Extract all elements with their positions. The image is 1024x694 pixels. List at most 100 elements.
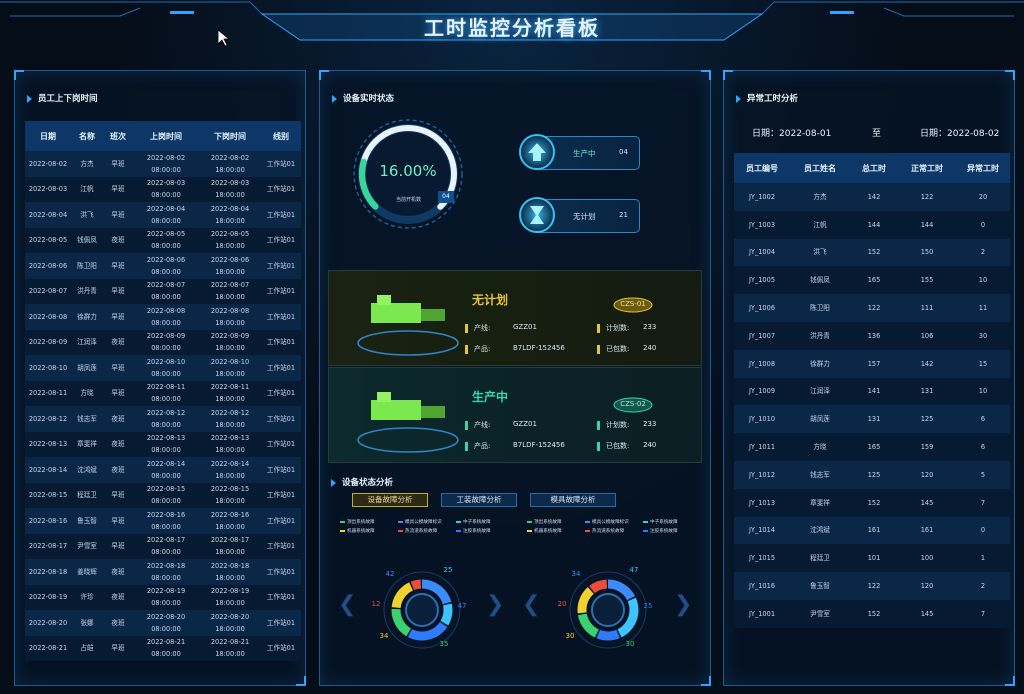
col-header[interactable]: 上岗时间 <box>133 121 199 151</box>
plan-field: 计划数: <box>597 323 629 333</box>
legend-item[interactable]: 模具公模故障标识 <box>585 519 629 525</box>
table-row[interactable]: 2022-08-15 程廷卫 早班 2022-08-15 08:00:00 2022-08… <box>25 482 301 508</box>
table-row[interactable]: JY_1006 陈卫阳 122 111 11 <box>734 294 1010 322</box>
table-cell: 早班 <box>103 202 133 228</box>
line-field: 产线: <box>465 420 490 430</box>
tab-mold-fault[interactable]: 模具故障分析 <box>530 493 616 507</box>
table-row[interactable]: JY_1007 洪丹青 136 106 30 <box>734 321 1010 350</box>
table-row[interactable]: 2022-08-04 洪飞 早班 2022-08-04 08:00:00 2022-08-… <box>25 202 301 228</box>
table-row[interactable]: 2022-08-06 陈卫阳 早班 2022-08-06 08:00:00 2022-08… <box>25 253 301 279</box>
date-to[interactable]: 日期：2022-08-02 <box>920 126 999 139</box>
table-row[interactable]: 2022-08-21 占皑 早班 2022-08-21 08:00:00 2022-08-… <box>25 635 301 661</box>
col-header[interactable]: 线别 <box>261 121 301 151</box>
table-cell: 工作站01 <box>261 304 301 330</box>
legend-item[interactable]: 热流道系统故障 <box>398 528 437 534</box>
table-row[interactable]: JY_1005 钱佩凤 165 155 10 <box>734 266 1010 295</box>
table-row[interactable]: 2022-08-07 洪丹青 早班 2022-08-07 08:00:00 2022-08… <box>25 278 301 304</box>
table-cell: 工作站01 <box>261 202 301 228</box>
table-row[interactable]: 2022-08-16 鲁玉智 早班 2022-08-16 08:00:00 2022-08… <box>25 508 301 534</box>
table-row[interactable]: JY_1009 江润泽 141 131 10 <box>734 377 1010 406</box>
legend-swatch <box>398 520 403 523</box>
table-row[interactable]: JY_1003 江帆 144 144 0 <box>734 210 1010 239</box>
status-value: 04 <box>619 148 628 156</box>
legend-item[interactable]: 注胶系统故障 <box>456 528 491 534</box>
table-cell: 2022-08-21 <box>25 635 71 661</box>
table-row[interactable]: 2022-08-11 方晓 早班 2022-08-11 08:00:00 2022-08-… <box>25 380 301 406</box>
col-header[interactable]: 员工编号 <box>734 153 790 183</box>
table-cell: 2022-08-21 08:00:00 <box>133 635 199 661</box>
col-header[interactable]: 班次 <box>103 121 133 151</box>
table-row[interactable]: JY_1013 章斐祥 152 145 7 <box>734 488 1010 517</box>
line-value: GZZ01 <box>513 420 537 428</box>
col-header[interactable]: 日期 <box>25 121 71 151</box>
legend-swatch <box>585 520 590 523</box>
legend-item[interactable]: 中子系统故障 <box>456 519 491 525</box>
table-row[interactable]: JY_1001 尹雪室 152 145 7 <box>734 599 1010 628</box>
table-cell: JY_1002 <box>734 183 790 211</box>
legend-item[interactable]: 顶出系统故障 <box>340 519 375 525</box>
table-row[interactable]: 2022-08-17 尹雪室 早班 2022-08-17 08:00:00 2022-08… <box>25 533 301 559</box>
date-from[interactable]: 日期：2022-08-01 <box>752 126 831 139</box>
col-header[interactable]: 下岗时间 <box>199 121 261 151</box>
legend-item[interactable]: 中子系统故障 <box>643 519 678 525</box>
table-row[interactable]: 2022-08-08 徐群力 早班 2022-08-08 08:00:00 2022-08… <box>25 304 301 330</box>
table-cell: 洪飞 <box>71 202 103 228</box>
table-row[interactable]: 2022-08-02 方杰 早班 2022-08-02 08:00:00 2022-08-… <box>25 151 301 177</box>
table-cell: 2 <box>956 238 1010 267</box>
table-row[interactable]: 2022-08-05 钱佩凤 夜班 2022-08-05 08:00:00 2022-08… <box>25 227 301 253</box>
table-cell: 工作站01 <box>261 610 301 636</box>
utilization-gauge: 16.00% 当前开机数 04 <box>352 118 464 230</box>
table-cell: 141 <box>850 377 898 406</box>
table-cell: 夜班 <box>103 610 133 636</box>
table-row[interactable]: 2022-08-03 江帆 早班 2022-08-03 08:00:00 2022-08-… <box>25 176 301 202</box>
done-value: 240 <box>643 441 657 449</box>
table-row[interactable]: 2022-08-13 章斐祥 夜班 2022-08-13 08:00:00 2022-08… <box>25 431 301 457</box>
table-row[interactable]: JY_1015 程廷卫 101 100 1 <box>734 544 1010 573</box>
table-cell: 2022-08-15 18:00:00 <box>199 482 261 508</box>
table-row[interactable]: 2022-08-14 沈鸿斌 夜班 2022-08-14 08:00:00 2022-08… <box>25 457 301 483</box>
donut-label: 34 <box>572 570 581 578</box>
legend-item[interactable]: 机器系统故障 <box>527 528 562 534</box>
table-cell: 2022-08-13 18:00:00 <box>199 431 261 457</box>
plan-value: 233 <box>643 420 657 428</box>
table-row[interactable]: JY_1010 胡凤莲 131 125 6 <box>734 405 1010 434</box>
gauge-label: 当前开机数 <box>396 197 422 203</box>
legend-item[interactable]: 机器系统故障 <box>340 528 375 534</box>
table-row[interactable]: JY_1008 徐群力 157 142 15 <box>734 349 1010 378</box>
table-row[interactable]: JY_1014 沈鸿斌 161 161 0 <box>734 516 1010 545</box>
table-row[interactable]: 2022-08-20 张娜 夜班 2022-08-20 08:00:00 2022-08-… <box>25 610 301 636</box>
table-row[interactable]: 2022-08-09 江润泽 夜班 2022-08-09 08:00:00 2022-08… <box>25 329 301 355</box>
table-row[interactable]: 2022-08-19 许珍 夜班 2022-08-19 08:00:00 2022-08-… <box>25 584 301 610</box>
legend-item[interactable]: 模具公模故障标识 <box>398 519 442 525</box>
col-header[interactable]: 员工姓名 <box>790 153 850 183</box>
table-row[interactable]: 2022-08-10 胡凤莲 早班 2022-08-10 08:00:00 2022-08… <box>25 355 301 381</box>
tab-tooling-fault[interactable]: 工装故障分析 <box>441 493 517 507</box>
legend-item[interactable]: 热流道系统故障 <box>585 528 624 534</box>
table-row[interactable]: JY_1012 钱志军 125 120 5 <box>734 460 1010 489</box>
table-row[interactable]: JY_1011 方晓 165 159 6 <box>734 433 1010 461</box>
table-cell: 2022-08-09 08:00:00 <box>133 329 199 355</box>
col-header[interactable]: 正常工时 <box>898 153 956 183</box>
donut-label: 30 <box>566 632 575 640</box>
table-cell: 2022-08-05 <box>25 227 71 253</box>
machine-card-2[interactable]: 生产中 CZS-02 产线: GZZ01 产品: B7LDF-152456 计划… <box>328 367 702 463</box>
table-row[interactable]: 2022-08-12 钱志军 夜班 2022-08-12 08:00:00 2022-08… <box>25 406 301 432</box>
table-cell: 2022-08-12 <box>25 406 71 432</box>
col-header[interactable]: 异常工时 <box>956 153 1010 183</box>
table-cell: 2022-08-07 08:00:00 <box>133 278 199 304</box>
legend-item[interactable]: 注胶系统故障 <box>643 528 678 534</box>
table-cell: 2022-08-18 08:00:00 <box>133 559 199 585</box>
table-row[interactable]: JY_1004 洪飞 152 150 2 <box>734 238 1010 267</box>
col-header[interactable]: 名称 <box>71 121 103 151</box>
table-cell: 2022-08-14 08:00:00 <box>133 457 199 483</box>
table-cell: 6 <box>956 405 1010 434</box>
legend-item[interactable]: 顶出系统故障 <box>527 519 562 525</box>
table-row[interactable]: 2022-08-18 姜晓辉 夜班 2022-08-18 08:00:00 2022-08… <box>25 559 301 585</box>
table-row[interactable]: JY_1002 方杰 142 122 20 <box>734 183 1010 211</box>
col-header[interactable]: 总工时 <box>850 153 898 183</box>
tab-equipment-fault[interactable]: 设备故障分析 <box>352 493 428 507</box>
table-cell: 钱志军 <box>71 406 103 432</box>
table-row[interactable]: JY_1016 鲁玉智 122 120 2 <box>734 572 1010 600</box>
table-cell: JY_1008 <box>734 349 790 378</box>
machine-card-1[interactable]: 无计划 CZS-01 产线: GZZ01 产品: B7LDF-152456 计划… <box>328 270 702 366</box>
